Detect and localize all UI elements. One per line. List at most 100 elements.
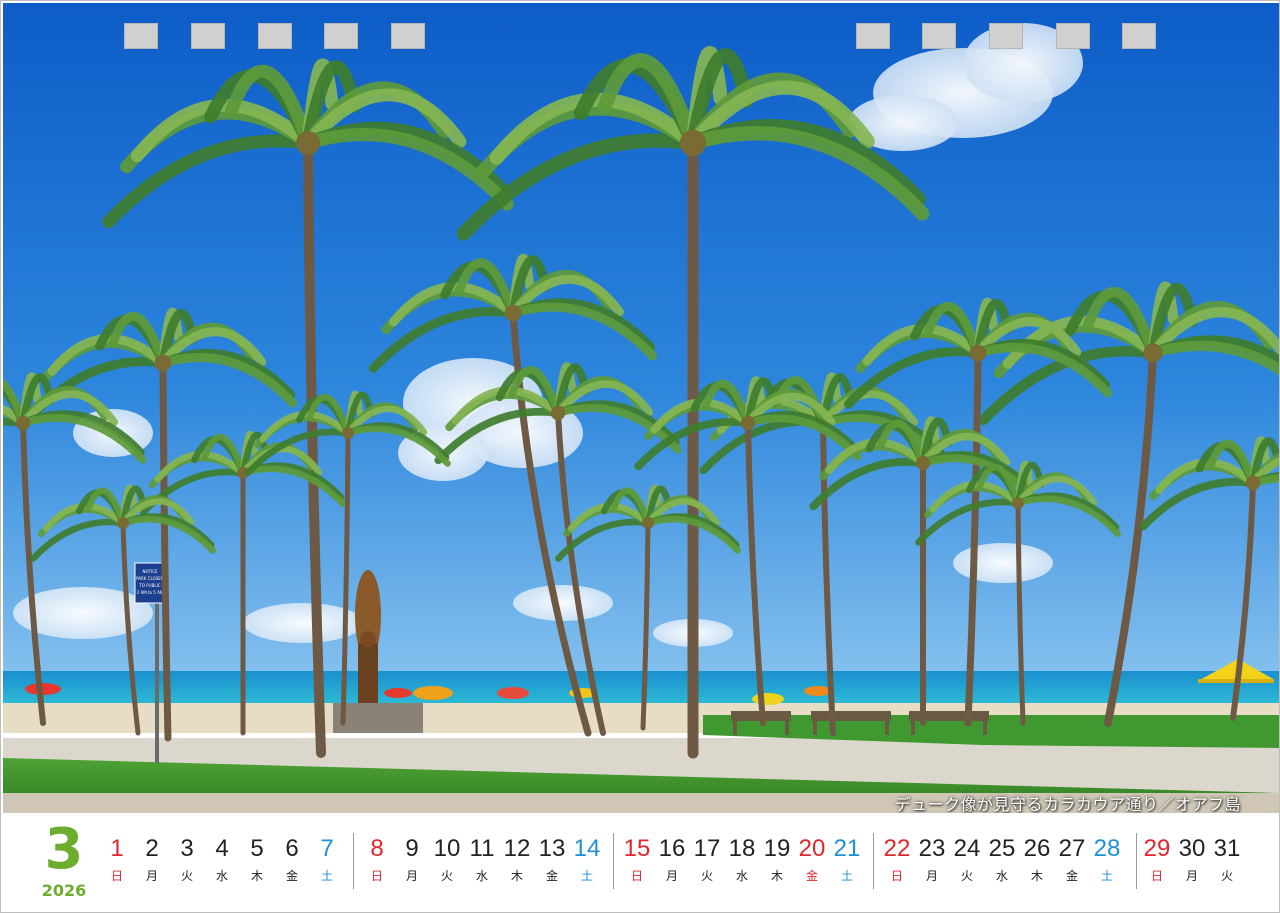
day-number: 11	[469, 835, 495, 862]
day-number: 27	[1058, 835, 1086, 862]
weekday-label: 木	[510, 869, 523, 883]
day-number: 29	[1143, 835, 1171, 862]
day-number: 9	[405, 835, 419, 862]
day-number: 18	[728, 835, 756, 862]
calendar-day: 6金	[274, 835, 310, 885]
svg-text:TO PUBLIC: TO PUBLIC	[138, 583, 160, 588]
day-number: 6	[285, 835, 299, 862]
day-number: 25	[988, 835, 1016, 862]
weekday-label: 木	[770, 869, 783, 883]
weekday-label: 日	[110, 869, 123, 883]
calendar-day: 22 日	[879, 835, 915, 885]
calendar-day: 12 木	[499, 835, 535, 885]
day-number: 13	[538, 835, 566, 862]
day-number: 12	[503, 835, 531, 862]
binding-hole	[989, 23, 1023, 49]
day-number: 8	[370, 835, 384, 862]
calendar-day: 25 水	[984, 835, 1020, 885]
weekday-label: 火	[180, 869, 193, 883]
weekday-label: 月	[145, 869, 158, 883]
weekday-label: 火	[440, 869, 453, 883]
day-number: 2	[145, 835, 159, 862]
calendar-day: 9月	[394, 835, 430, 885]
day-number: 28	[1093, 835, 1121, 862]
day-number: 22	[883, 835, 911, 862]
day-number: 10	[433, 835, 461, 862]
day-grid: 1 日 2 月 3 火 4 水 5 木 6 金 7 土 8 日 9 月 10 火 11 水 12 木 13 金 14 土 15 日 16 月 1…	[99, 835, 1259, 905]
calendar-day: 23 月	[914, 835, 950, 885]
calendar-day: 31 火	[1209, 835, 1245, 885]
day-number: 16	[658, 835, 686, 862]
weekday-label: 月	[405, 869, 418, 883]
weekday-label: 火	[960, 869, 973, 883]
calendar-day: 2月	[134, 835, 170, 885]
day-number: 24	[953, 835, 981, 862]
weekday-label: 日	[630, 869, 643, 883]
weekday-label: 土	[1100, 869, 1113, 883]
calendar-day: 3火	[169, 835, 205, 885]
month-number: 3	[44, 817, 84, 882]
beach-photo: NOTICE PARK CLOSED TO PUBLIC 2 AM to 5 A…	[3, 3, 1279, 813]
day-number: 3	[180, 835, 194, 862]
calendar-day: 21 土	[829, 835, 865, 885]
weekday-label: 木	[250, 869, 263, 883]
calendar-day: 27 金	[1054, 835, 1090, 885]
calendar-day: 13 金	[534, 835, 570, 885]
calendar-day: 29 日	[1139, 835, 1175, 885]
calendar-day: 8日	[359, 835, 395, 885]
calendar-day: 30 月	[1174, 835, 1210, 885]
weekday-label: 日	[1150, 869, 1163, 883]
day-number: 21	[833, 835, 861, 862]
calendar-strip: 3 2026 1 日 2 月 3 火 4 水 5 木 6 金 7 土 8 日 9 月 10 火 11 水 12 木 13 金 14 土…	[1, 813, 1280, 913]
svg-text:2 AM to 5 AM: 2 AM to 5 AM	[137, 590, 164, 595]
binding-hole	[258, 23, 292, 49]
weekday-label: 金	[1065, 869, 1078, 883]
calendar-day: 26 木	[1019, 835, 1055, 885]
binding-hole	[1122, 23, 1156, 49]
calendar-day: 18 水	[724, 835, 760, 885]
weekday-label: 日	[890, 869, 903, 883]
calendar-day: 16 月	[654, 835, 690, 885]
binding-hole	[391, 23, 425, 49]
binding-hole	[324, 23, 358, 49]
weekday-label: 月	[1185, 869, 1198, 883]
weekday-label: 水	[215, 869, 228, 883]
weekday-label: 金	[805, 869, 818, 883]
weekday-label: 土	[840, 869, 853, 883]
calendar-page: NOTICE PARK CLOSED TO PUBLIC 2 AM to 5 A…	[0, 0, 1280, 913]
binding-holes	[1, 23, 1280, 51]
binding-hole	[1056, 23, 1090, 49]
calendar-day: 1日	[99, 835, 135, 885]
calendar-day: 24 火	[949, 835, 985, 885]
day-number: 19	[763, 835, 791, 862]
calendar-day: 11 水	[464, 835, 500, 885]
day-number: 20	[798, 835, 826, 862]
week-separator	[1136, 833, 1137, 889]
calendar-day: 10 火	[429, 835, 465, 885]
weekday-label: 木	[1030, 869, 1043, 883]
day-number: 1	[110, 835, 124, 862]
weekday-label: 日	[370, 869, 383, 883]
svg-text:NOTICE: NOTICE	[142, 569, 158, 574]
calendar-day: 14 土	[569, 835, 605, 885]
binding-hole	[124, 23, 158, 49]
weekday-label: 月	[925, 869, 938, 883]
weekday-label: 火	[700, 869, 713, 883]
day-number: 17	[693, 835, 721, 862]
binding-hole	[856, 23, 890, 49]
weekday-label: 土	[580, 869, 593, 883]
calendar-day: 19 木	[759, 835, 795, 885]
day-number: 23	[918, 835, 946, 862]
calendar-day: 15 日	[619, 835, 655, 885]
weekday-label: 金	[285, 869, 298, 883]
binding-hole	[191, 23, 225, 49]
calendar-day: 4水	[204, 835, 240, 885]
palm-beach-illustration: NOTICE PARK CLOSED TO PUBLIC 2 AM to 5 A…	[3, 3, 1279, 813]
weekday-label: 金	[545, 869, 558, 883]
week-separator	[613, 833, 614, 889]
day-number: 4	[215, 835, 229, 862]
day-number: 31	[1213, 835, 1241, 862]
weekday-label: 水	[735, 869, 748, 883]
calendar-day: 28 土	[1089, 835, 1125, 885]
day-number: 30	[1178, 835, 1206, 862]
